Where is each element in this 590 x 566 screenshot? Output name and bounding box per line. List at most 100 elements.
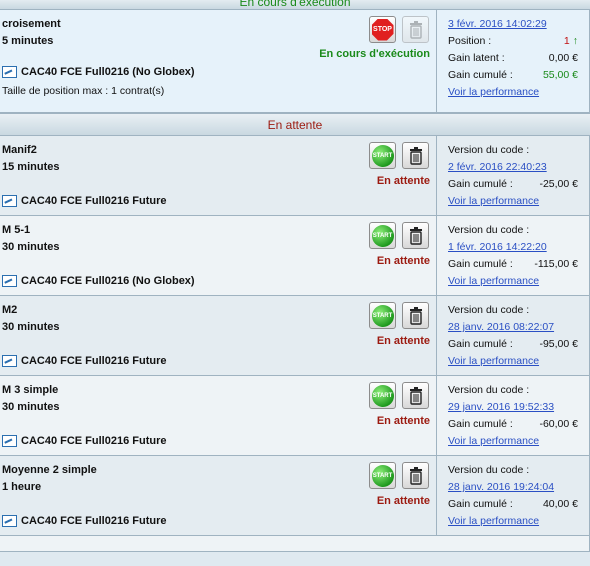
market-chart-icon xyxy=(2,66,17,78)
waiting-strategy-row: Moyenne 2 simple 1 heure CAC40 FCE Full0… xyxy=(0,456,590,536)
performance-link[interactable]: Voir la performance xyxy=(448,515,539,527)
strategy-period: 30 minutes xyxy=(2,241,60,253)
version-label: Version du code : xyxy=(448,224,530,236)
strategy-stats: Version du code : 2 févr. 2016 22:40:23 … xyxy=(437,136,589,215)
version-date-link[interactable]: 28 janv. 2016 08:22:07 xyxy=(448,321,554,333)
arrow-up-icon: ↑ xyxy=(572,35,578,47)
strategy-market: CAC40 FCE Full0216 Future xyxy=(2,435,166,447)
market-label: CAC40 FCE Full0216 Future xyxy=(21,515,167,527)
gain-cumule-value: -95,00 € xyxy=(539,338,578,350)
max-position: Taille de position max : 1 contrat(s) xyxy=(2,85,165,97)
list-footer xyxy=(0,536,590,552)
trash-icon xyxy=(408,386,424,405)
stop-sign-icon: STOP xyxy=(371,18,394,41)
gain-cumule-value: -25,00 € xyxy=(539,178,578,190)
waiting-strategy-row: Manif2 15 minutes CAC40 FCE Full0216 Fut… xyxy=(0,136,590,216)
delete-button[interactable] xyxy=(402,382,429,409)
market-chart-icon xyxy=(2,195,17,207)
strategy-market: CAC40 FCE Full0216 (No Globex) xyxy=(2,275,195,287)
version-date-link[interactable]: 2 févr. 2016 22:40:23 xyxy=(448,161,547,173)
waiting-list: Manif2 15 minutes CAC40 FCE Full0216 Fut… xyxy=(0,136,590,536)
execution-date-link[interactable]: 3 févr. 2016 14:02:29 xyxy=(448,18,547,30)
start-button-icon: START xyxy=(371,224,394,247)
market-label: CAC40 FCE Full0216 Future xyxy=(21,355,167,367)
performance-link[interactable]: Voir la performance xyxy=(448,355,539,367)
gain-cumule-value: -115,00 € xyxy=(534,258,578,270)
delete-button[interactable] xyxy=(402,142,429,169)
performance-link[interactable]: Voir la performance xyxy=(448,275,539,287)
gain-cumule-label: Gain cumulé : xyxy=(448,258,513,270)
market-label: CAC40 FCE Full0216 (No Globex) xyxy=(21,275,195,287)
trash-icon xyxy=(408,226,424,245)
strategy-period: 1 heure xyxy=(2,481,42,493)
strategy-period: 15 minutes xyxy=(2,161,60,173)
delete-button[interactable] xyxy=(402,302,429,329)
strategy-info: Manif2 15 minutes CAC40 FCE Full0216 Fut… xyxy=(0,136,437,215)
strategy-stats: Version du code : 28 janv. 2016 19:24:04… xyxy=(437,456,589,535)
version-label: Version du code : xyxy=(448,144,530,156)
position-value-wrap: 1 ↑ xyxy=(564,35,578,47)
gain-cumule-label: Gain cumulé : xyxy=(448,69,513,81)
running-strategy-row: croisement 5 minutes CAC40 FCE Full0216 … xyxy=(0,10,590,113)
version-date-link[interactable]: 1 févr. 2016 14:22:20 xyxy=(448,241,547,253)
gain-cumule-label: Gain cumulé : xyxy=(448,418,513,430)
strategy-name: Manif2 xyxy=(2,144,37,156)
market-label: CAC40 FCE Full0216 (No Globex) xyxy=(21,66,195,78)
gain-cumule-value: 55,00 € xyxy=(542,69,578,81)
strategies-panel: En cours d'exécution croisement 5 minute… xyxy=(0,0,590,564)
waiting-section-header: En attente xyxy=(0,113,590,136)
strategy-info: M 5-1 30 minutes CAC40 FCE Full0216 (No … xyxy=(0,216,437,295)
gain-cumule-label: Gain cumulé : xyxy=(448,338,513,350)
market-chart-icon xyxy=(2,515,17,527)
strategy-name: M2 xyxy=(2,304,18,316)
gain-cumule-value: -60,00 € xyxy=(539,418,578,430)
trash-icon xyxy=(408,20,424,39)
position-value: 1 xyxy=(563,35,570,47)
start-button[interactable]: START xyxy=(369,382,396,409)
delete-button[interactable] xyxy=(402,16,429,43)
strategy-stats: Version du code : 29 janv. 2016 19:52:33… xyxy=(437,376,589,455)
strategy-info: Moyenne 2 simple 1 heure CAC40 FCE Full0… xyxy=(0,456,437,535)
delete-button[interactable] xyxy=(402,462,429,489)
start-button[interactable]: START xyxy=(369,142,396,169)
version-date-link[interactable]: 28 janv. 2016 19:24:04 xyxy=(448,481,554,493)
market-chart-icon xyxy=(2,355,17,367)
gain-cumule-label: Gain cumulé : xyxy=(448,178,513,190)
strategy-name: M 5-1 xyxy=(2,224,31,236)
performance-link[interactable]: Voir la performance xyxy=(448,86,539,98)
status-label: En cours d'exécution xyxy=(319,48,430,60)
strategy-market: CAC40 FCE Full0216 Future xyxy=(2,355,166,367)
delete-button[interactable] xyxy=(402,222,429,249)
version-date-link[interactable]: 29 janv. 2016 19:52:33 xyxy=(448,401,554,413)
trash-icon xyxy=(408,466,424,485)
start-button[interactable]: START xyxy=(369,462,396,489)
gain-latent-label: Gain latent : xyxy=(448,52,505,64)
running-section-title: En cours d'exécution xyxy=(239,0,351,9)
strategy-name: Moyenne 2 simple xyxy=(2,464,97,476)
gain-latent-value: 0,00 € xyxy=(548,52,578,64)
strategy-market: CAC40 FCE Full0216 Future xyxy=(2,515,166,527)
version-label: Version du code : xyxy=(448,464,530,476)
performance-link[interactable]: Voir la performance xyxy=(448,195,539,207)
trash-icon xyxy=(408,146,424,165)
start-button-icon: START xyxy=(371,144,394,167)
strategy-period: 5 minutes xyxy=(2,35,54,47)
market-chart-icon xyxy=(2,275,17,287)
market-label: CAC40 FCE Full0216 Future xyxy=(21,435,167,447)
strategy-info: croisement 5 minutes CAC40 FCE Full0216 … xyxy=(0,10,437,112)
start-button-icon: START xyxy=(371,304,394,327)
status-label: En attente xyxy=(376,415,430,427)
position-label: Position : xyxy=(448,35,492,47)
start-button[interactable]: START xyxy=(369,222,396,249)
status-label: En attente xyxy=(376,175,430,187)
stop-button[interactable]: STOP xyxy=(369,16,396,43)
strategy-stats: Version du code : 1 févr. 2016 14:22:20 … xyxy=(437,216,589,295)
start-button-icon: START xyxy=(371,384,394,407)
start-button[interactable]: START xyxy=(369,302,396,329)
market-label: CAC40 FCE Full0216 Future xyxy=(21,195,167,207)
performance-link[interactable]: Voir la performance xyxy=(448,435,539,447)
strategy-info: M2 30 minutes CAC40 FCE Full0216 Future … xyxy=(0,296,437,375)
strategy-stats: 3 févr. 2016 14:02:29 Position : 1 ↑ Gain… xyxy=(437,10,589,112)
status-label: En attente xyxy=(376,255,430,267)
gain-cumule-value: 40,00 € xyxy=(542,498,578,510)
